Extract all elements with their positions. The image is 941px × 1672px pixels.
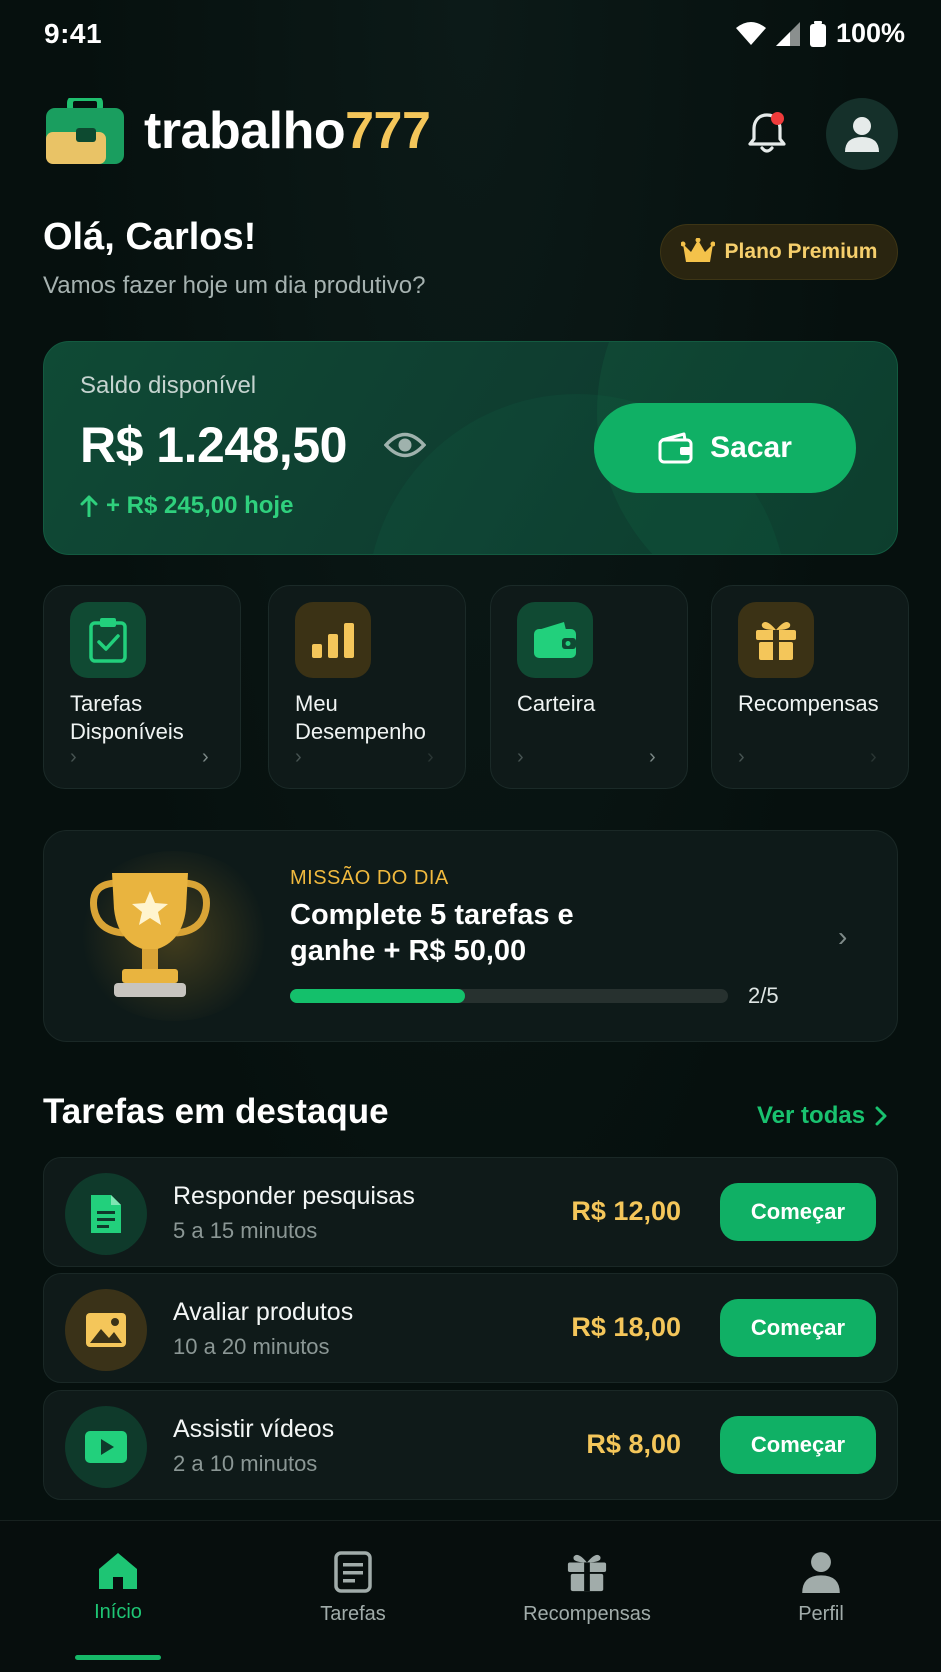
- task-reward: R$ 12,00: [571, 1196, 681, 1226]
- nav-item-inicio[interactable]: Início: [33, 1551, 203, 1624]
- signal-icon: [775, 21, 800, 46]
- user-icon: [845, 117, 879, 152]
- bottom-navigation: Início Tarefas Recompensas Perfil: [0, 1520, 941, 1672]
- task-reward: R$ 8,00: [586, 1429, 681, 1459]
- withdraw-button[interactable]: Sacar: [594, 403, 856, 493]
- briefcase-logo-icon: [46, 98, 124, 164]
- task-name: Responder pesquisas: [173, 1182, 415, 1210]
- gift-icon: [567, 1554, 607, 1592]
- chevron-right-icon: ›: [870, 746, 877, 768]
- clipboard-check-icon: [89, 618, 127, 663]
- eye-icon[interactable]: [384, 430, 426, 460]
- task-row: Responder pesquisas 5 a 15 minutos R$ 12…: [43, 1157, 898, 1267]
- wallet-icon: [658, 432, 693, 464]
- battery-percent: 100%: [835, 18, 905, 48]
- app-logo: trabalho777: [46, 98, 431, 164]
- mission-progress-fill: [290, 989, 466, 1003]
- quick-action-desempenho[interactable]: Meu Desempenho › ›: [268, 585, 466, 789]
- status-time: 9:41: [44, 18, 103, 49]
- task-row: Avaliar produtos 10 a 20 minutos R$ 18,0…: [43, 1273, 898, 1383]
- notification-dot: [771, 112, 784, 125]
- balance-card: Saldo disponível R$ 1.248,50 + R$ 245,00…: [43, 341, 898, 555]
- mission-progress-count: 2/5: [748, 983, 779, 1008]
- quick-action-carteira[interactable]: Carteira › ›: [490, 585, 688, 789]
- task-name: Assistir vídeos: [173, 1415, 335, 1443]
- bar-chart-icon: [312, 623, 354, 658]
- chevron-right-icon: ›: [295, 746, 302, 768]
- notifications-button[interactable]: [740, 106, 794, 160]
- chevron-right-icon: ›: [517, 746, 524, 768]
- quick-action-label: Meu Desempenho: [295, 691, 426, 744]
- quick-action-label: Recompensas: [738, 691, 879, 716]
- greeting-subtitle: Vamos fazer hoje um dia produtivo?: [43, 272, 426, 299]
- balance-label: Saldo disponível: [80, 372, 257, 399]
- gift-icon: [756, 622, 796, 660]
- home-icon: [99, 1553, 137, 1589]
- avatar-button[interactable]: [826, 98, 898, 170]
- chevron-right-icon: ›: [427, 746, 434, 768]
- greeting-title: Olá, Carlos!: [43, 216, 257, 258]
- mission-title: Complete 5 tarefas e ganhe + R$ 50,00: [290, 899, 574, 967]
- withdraw-label: Sacar: [710, 431, 792, 464]
- task-duration: 10 a 20 minutos: [173, 1334, 330, 1359]
- chevron-right-icon: ›: [738, 746, 745, 768]
- brand-name: trabalho777: [144, 102, 431, 160]
- play-video-icon: [85, 1431, 127, 1463]
- premium-plan-badge[interactable]: Plano Premium: [660, 224, 898, 280]
- chevron-right-icon: ›: [838, 921, 848, 952]
- status-indicators: 100%: [735, 18, 905, 49]
- chevron-right-icon: ›: [649, 746, 656, 768]
- quick-action-recompensas[interactable]: Recompensas › ›: [711, 585, 909, 789]
- task-reward: R$ 18,00: [571, 1312, 681, 1342]
- section-title: Tarefas em destaque: [43, 1092, 389, 1131]
- task-name: Avaliar produtos: [173, 1298, 354, 1326]
- premium-plan-label: Plano Premium: [724, 240, 878, 263]
- quick-action-label: Carteira: [517, 691, 596, 716]
- document-icon: [91, 1195, 121, 1233]
- quick-action-label: Tarefas Disponíveis: [70, 691, 184, 744]
- battery-icon: [809, 20, 826, 47]
- daily-mission-card[interactable]: MISSÃO DO DIA Complete 5 tarefas e ganhe…: [43, 830, 898, 1042]
- balance-value: R$ 1.248,50: [80, 417, 347, 473]
- see-all-link[interactable]: Ver todas: [757, 1102, 887, 1130]
- chevron-right-icon: ›: [202, 746, 209, 768]
- balance-today-change: + R$ 245,00 hoje: [80, 492, 293, 520]
- nav-item-recompensas[interactable]: Recompensas: [502, 1551, 672, 1626]
- active-tab-indicator: [75, 1655, 161, 1660]
- tasks-icon: [334, 1551, 372, 1593]
- arrow-up-icon: [80, 495, 98, 517]
- start-task-button[interactable]: Começar: [720, 1416, 876, 1474]
- task-row: Assistir vídeos 2 a 10 minutos R$ 8,00 C…: [43, 1390, 898, 1500]
- trophy-icon: [90, 873, 210, 997]
- nav-item-tarefas[interactable]: Tarefas: [268, 1551, 438, 1626]
- mission-tag: MISSÃO DO DIA: [290, 867, 449, 889]
- task-duration: 5 a 15 minutos: [173, 1218, 318, 1243]
- nav-item-perfil[interactable]: Perfil: [736, 1551, 906, 1626]
- mission-progress-bar: [290, 989, 728, 1003]
- start-task-button[interactable]: Começar: [720, 1299, 876, 1357]
- image-icon: [86, 1313, 126, 1347]
- chevron-right-icon: ›: [70, 746, 77, 768]
- chevron-right-icon: [875, 1106, 887, 1126]
- start-task-button[interactable]: Começar: [720, 1183, 876, 1241]
- crown-icon: [680, 238, 715, 262]
- task-duration: 2 a 10 minutos: [173, 1451, 318, 1476]
- wallet-icon: [534, 622, 576, 658]
- quick-action-tarefas[interactable]: Tarefas Disponíveis › ›: [43, 585, 241, 789]
- wifi-icon: [735, 21, 766, 45]
- user-icon: [802, 1552, 840, 1593]
